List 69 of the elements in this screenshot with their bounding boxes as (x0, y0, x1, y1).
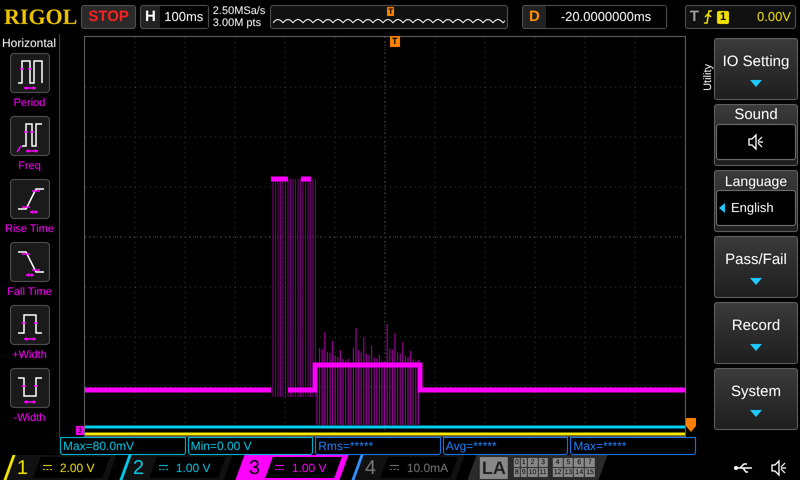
measure-label: -Width (14, 411, 46, 426)
measure-button[interactable] (10, 53, 50, 93)
trigger-position-marker: T (390, 36, 400, 47)
measurement-reading: Avg=***** (442, 437, 568, 455)
usb-icon (734, 462, 754, 474)
left-caret-icon (719, 203, 725, 213)
channel-tab[interactable]: 2 1.00 V (119, 455, 233, 480)
language-value: English (731, 199, 774, 218)
run-stop-button[interactable]: STOP (81, 5, 136, 29)
channel-scale-field: 1.00 V (149, 457, 226, 478)
channel-tab[interactable]: 3 1.00 V (235, 455, 349, 480)
menu-button[interactable]: System (714, 368, 798, 430)
caret-icon (750, 80, 762, 87)
la-label: LA (480, 456, 508, 478)
menu-title: Horizontal (1, 36, 56, 50)
dc-coupling-icon (275, 465, 284, 470)
overview-waveform-icon (273, 16, 506, 26)
memory-depth: 3.00M pts (212, 17, 262, 29)
channel-number: 4 (365, 456, 378, 480)
menu-button[interactable]: Record (714, 302, 798, 364)
measure-label: Rise Time (5, 222, 54, 237)
menu-button-label: Sound (734, 106, 778, 124)
timebase-value: 100ms (160, 6, 208, 28)
measure-label: Fall Time (7, 285, 52, 300)
measurement-reading: Max=80.0mV (60, 437, 186, 455)
measure-button[interactable] (10, 242, 50, 282)
measure-label: Freq (18, 159, 41, 174)
brand-logo: RIGOL (4, 6, 78, 28)
channel-marker: 3 (76, 426, 84, 435)
channel-tab[interactable]: 1 2.00 V (3, 455, 117, 480)
measurement-reading: Max=***** (570, 437, 696, 455)
channel-scale-field: 10.0mA (380, 457, 458, 478)
measure-button[interactable] (10, 116, 50, 156)
menu-button[interactable]: Pass/Fail (714, 236, 798, 298)
measurement-reading: Min=0.00 V (188, 437, 314, 455)
sound-toggle[interactable] (716, 124, 796, 160)
channel-scale-field: 2.00 V (33, 457, 110, 478)
language-select[interactable]: English (716, 190, 796, 226)
trigger-label: T (690, 6, 699, 27)
dc-coupling-icon (159, 465, 168, 470)
caret-icon (750, 278, 762, 285)
delay-value: -20.0000000ms (546, 6, 666, 28)
rising-edge-icon (702, 10, 713, 24)
measure-label: +Width (12, 348, 47, 363)
channel-tab[interactable]: 4 10.0mA (351, 455, 465, 480)
measure-button[interactable] (10, 179, 50, 219)
measure-button[interactable] (10, 305, 50, 345)
channel-number: 1 (17, 456, 30, 480)
trigger-level-marker-icon (686, 418, 696, 432)
trigger-source: 1 (716, 10, 730, 24)
dc-coupling-icon (43, 465, 52, 470)
caret-icon (750, 344, 762, 351)
measurement-reading: Rms=***** (315, 437, 441, 455)
measure-button[interactable] (10, 368, 50, 408)
menu-button[interactable]: IO Setting (714, 38, 798, 100)
measure-label: Period (14, 96, 46, 111)
trigger-position-marker: T (387, 7, 394, 16)
trigger-level: 0.00V (756, 8, 791, 26)
channel-number: 2 (133, 456, 146, 480)
delay-label: D (528, 6, 541, 27)
sample-rate: 2.50MSa/s (212, 5, 266, 17)
menu-title: Utility (701, 64, 715, 91)
caret-icon (750, 410, 762, 417)
timebase-label: H (144, 6, 157, 27)
speaker-icon (770, 458, 788, 476)
channel-scale-field: 1.00 V (265, 457, 342, 478)
dc-coupling-icon (390, 465, 399, 470)
menu-button-label: Language (724, 172, 788, 190)
channel-number: 3 (249, 456, 262, 480)
